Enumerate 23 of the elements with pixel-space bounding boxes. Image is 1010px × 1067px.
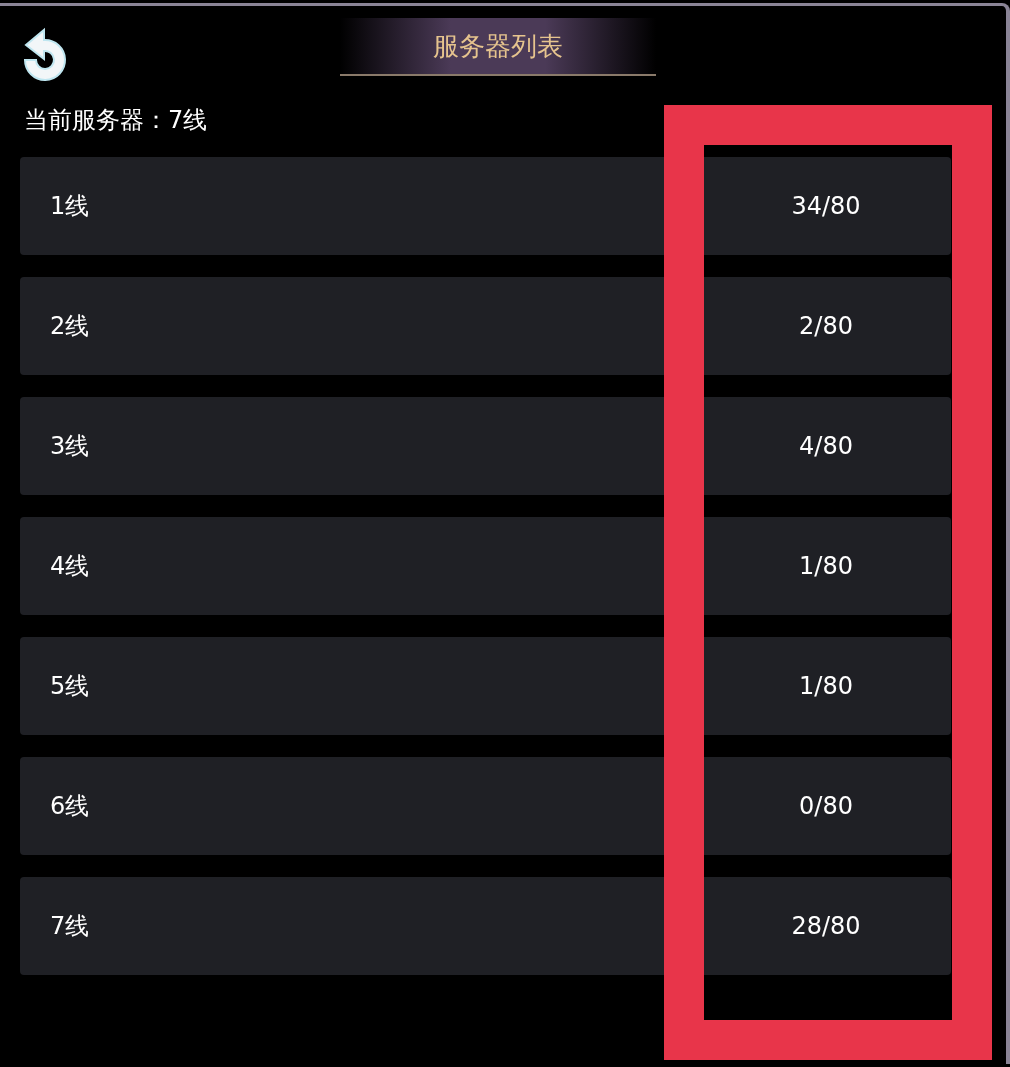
current-server-label: 当前服务器：7线 (24, 105, 209, 136)
server-name: 1线 (50, 191, 91, 222)
server-name: 4线 (50, 551, 91, 582)
player-count: 1/80 (798, 552, 854, 580)
window-title: 服务器列表 (340, 18, 656, 76)
server-name: 2线 (50, 311, 91, 342)
server-name: 7线 (50, 911, 91, 942)
player-count: 34/80 (790, 192, 862, 220)
player-count: 28/80 (790, 912, 862, 940)
server-name: 5线 (50, 671, 91, 702)
player-count: 0/80 (798, 792, 854, 820)
player-count: 2/80 (798, 312, 854, 340)
server-row[interactable]: 1线 34/80 (20, 157, 951, 255)
server-name: 3线 (50, 431, 91, 462)
server-name: 6线 (50, 791, 91, 822)
server-row[interactable]: 4线 1/80 (20, 517, 951, 615)
player-count: 1/80 (798, 672, 854, 700)
server-row[interactable]: 6线 0/80 (20, 757, 951, 855)
server-row[interactable]: 5线 1/80 (20, 637, 951, 735)
player-count: 4/80 (798, 432, 854, 460)
server-row[interactable]: 7线 28/80 (20, 877, 951, 975)
server-row[interactable]: 2线 2/80 (20, 277, 951, 375)
server-row[interactable]: 3线 4/80 (20, 397, 951, 495)
